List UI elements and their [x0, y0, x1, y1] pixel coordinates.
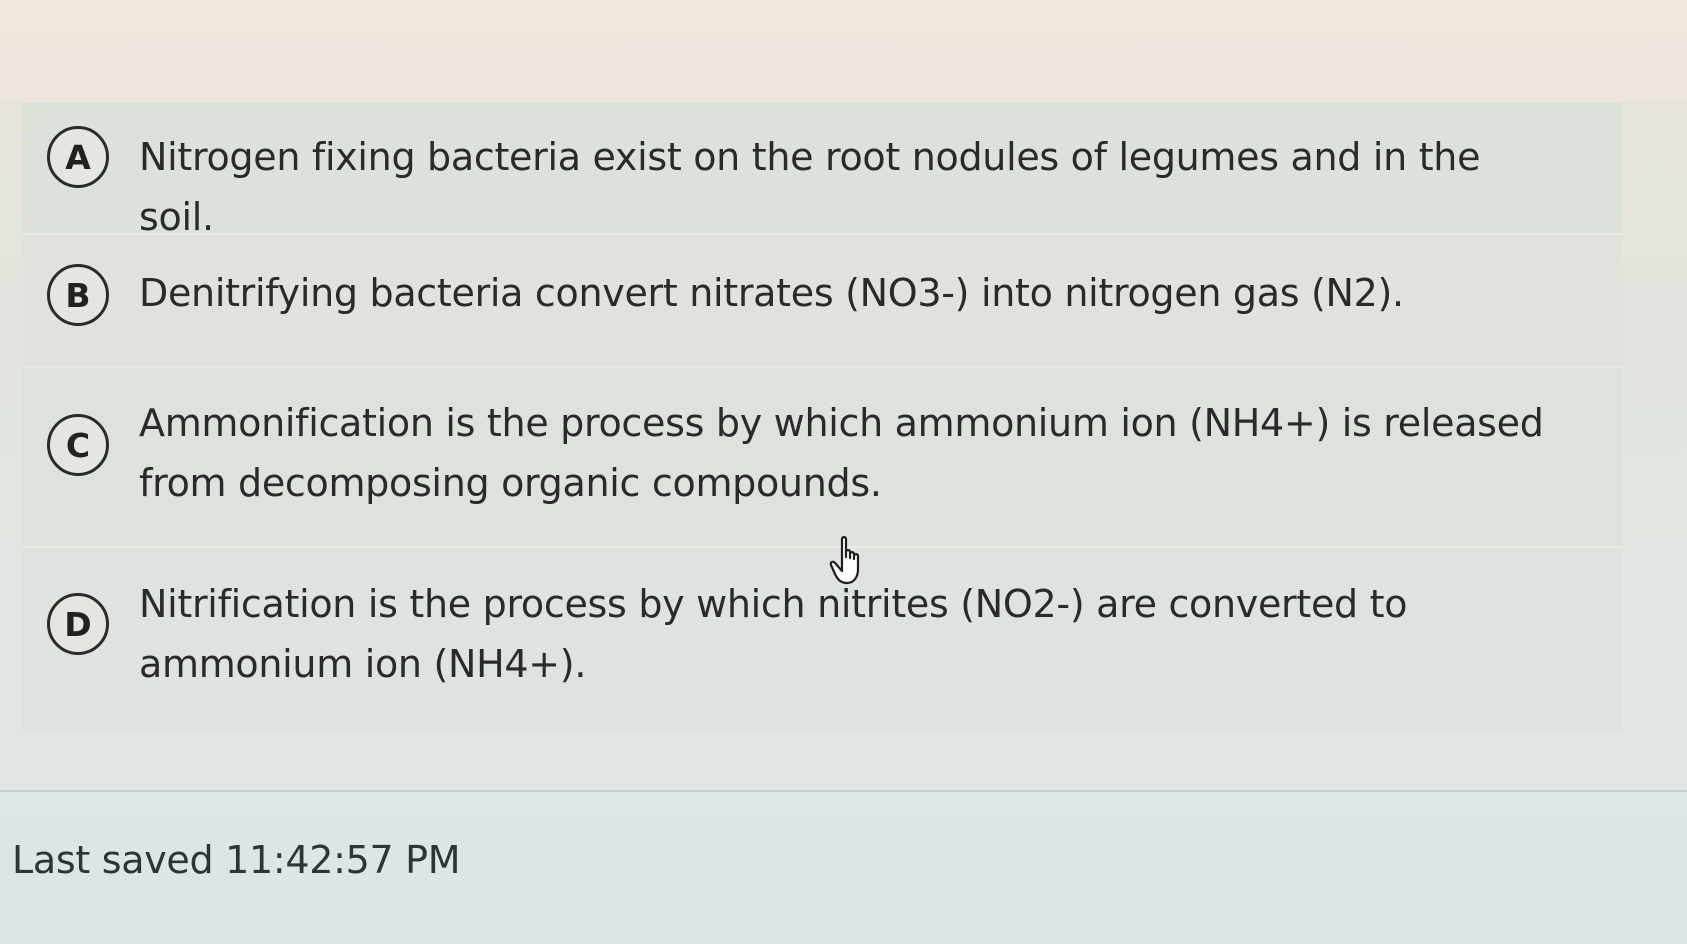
answer-option-c[interactable]: C Ammonification is the process by which…	[22, 366, 1622, 546]
option-letter-b: B	[47, 264, 109, 326]
last-saved-status: Last saved 11:42:57 PM	[12, 838, 461, 882]
answer-option-a[interactable]: A Nitrogen fixing bacteria exist on the …	[22, 100, 1622, 239]
answer-option-d[interactable]: D Nitrification is the process by which …	[22, 546, 1622, 731]
option-text-a: Nitrogen fixing bacteria exist on the ro…	[139, 135, 1481, 239]
option-text-c: Ammonification is the process by which a…	[139, 401, 1544, 505]
option-letter-c: C	[47, 414, 109, 476]
option-text-b: Denitrifying bacteria convert nitrates (…	[139, 271, 1404, 315]
option-letter-d: D	[47, 593, 109, 655]
hand-pointer-icon	[829, 536, 860, 585]
top-background	[0, 0, 1687, 100]
answer-options: A Nitrogen fixing bacteria exist on the …	[22, 100, 1622, 731]
answer-option-b[interactable]: B Denitrifying bacteria convert nitrates…	[22, 233, 1622, 366]
option-text-d: Nitrification is the process by which ni…	[139, 582, 1408, 686]
option-letter-a: A	[47, 126, 109, 188]
